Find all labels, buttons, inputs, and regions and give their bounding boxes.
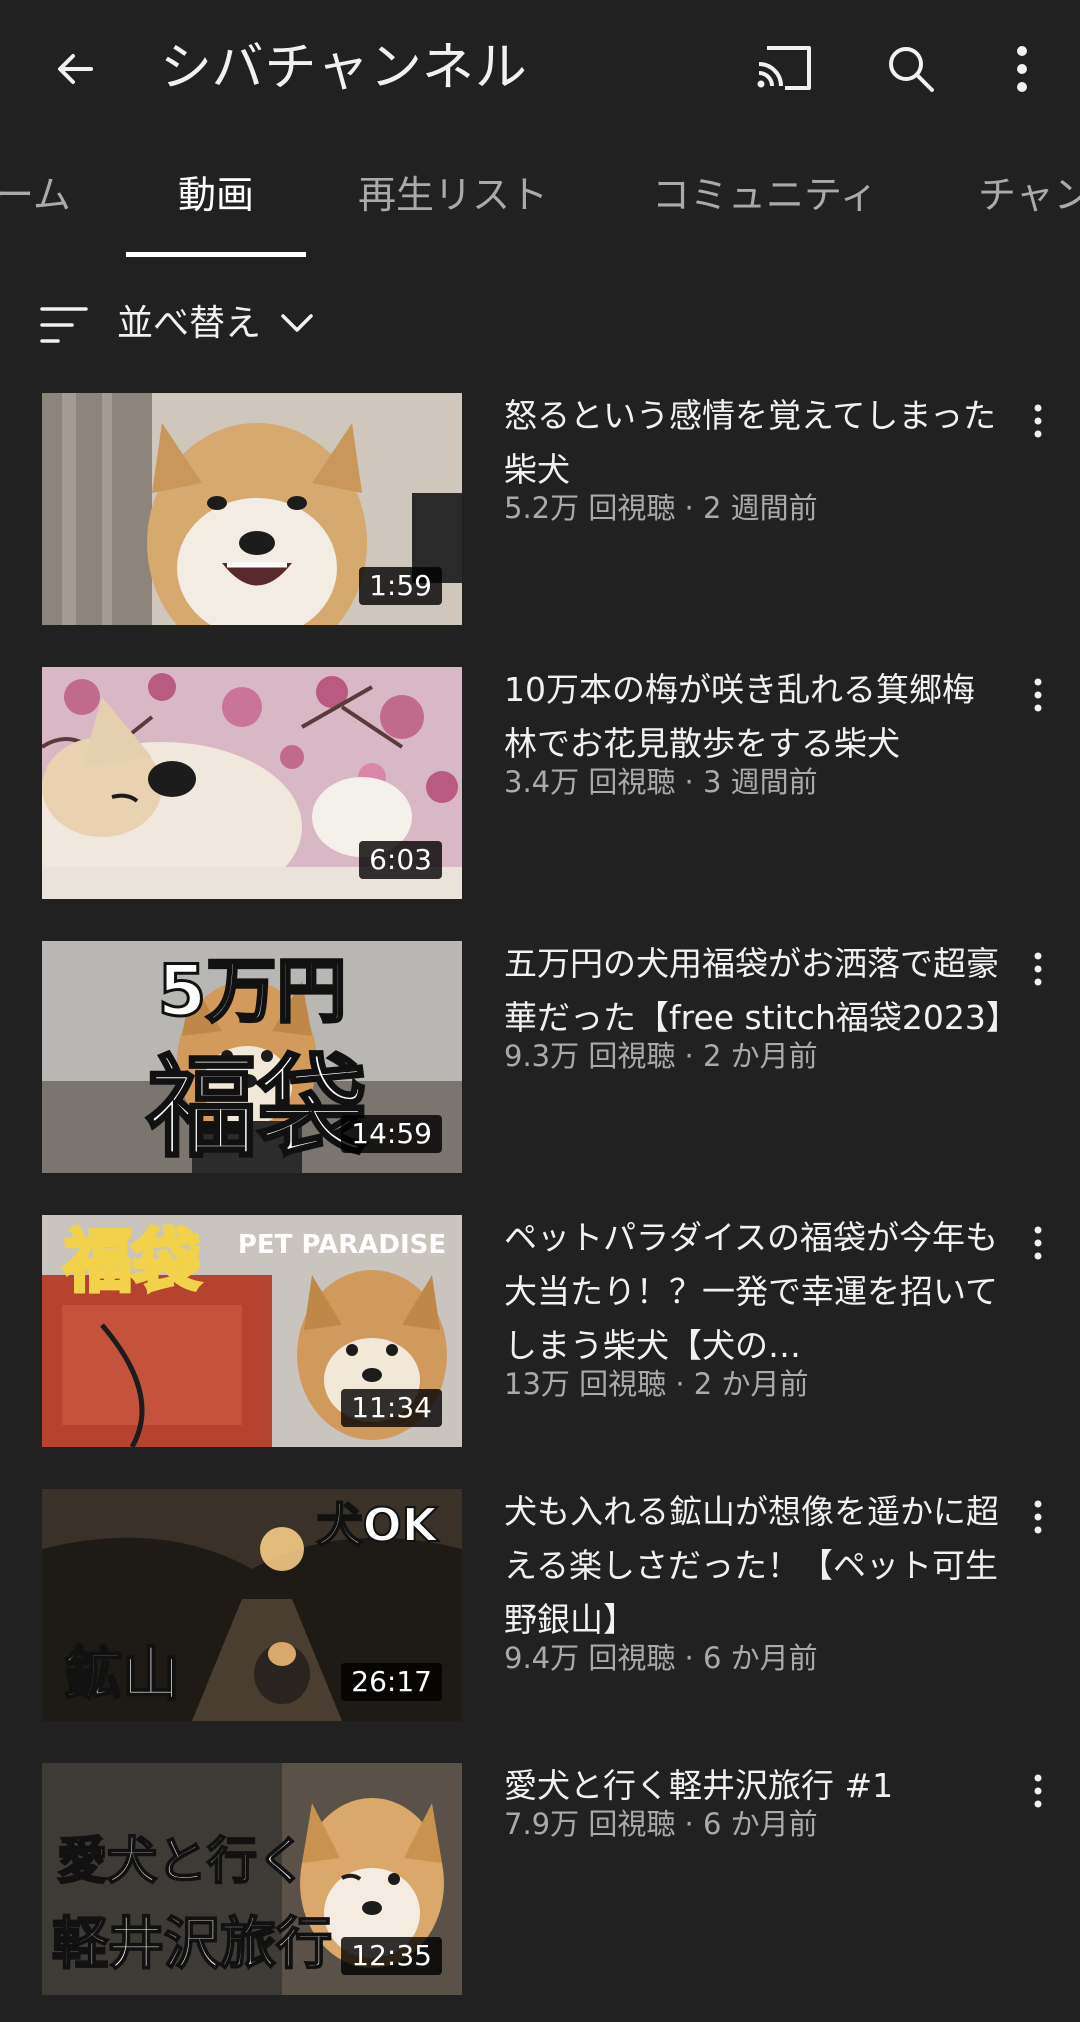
- thumbnail-caption: 愛犬と行く: [57, 1832, 307, 1890]
- video-more-button[interactable]: [1010, 667, 1066, 723]
- search-button[interactable]: [866, 24, 956, 114]
- video-more-button[interactable]: [1010, 941, 1066, 997]
- thumbnail-caption: PET PARADISE: [238, 1230, 446, 1260]
- video-info[interactable]: ペットパラダイスの福袋が今年も大当たり！？一発で幸運を招いてしまう柴犬【犬の… …: [504, 1215, 1004, 1403]
- cast-button[interactable]: [740, 24, 830, 114]
- video-duration: 26:17: [341, 1663, 442, 1701]
- video-item[interactable]: 犬OK 鉱山 26:17 犬も入れる鉱山が想像を遥かに超える楽しさだった！【ペッ…: [0, 1489, 1080, 1721]
- video-meta: 5.2万 回視聴 · 2 週間前: [504, 491, 818, 525]
- video-meta: 7.9万 回視聴 · 6 か月前: [504, 1807, 818, 1841]
- top-app-bar: シバチャンネル: [0, 0, 1080, 140]
- search-icon: [889, 47, 934, 92]
- more-vert-icon: [1034, 1500, 1042, 1534]
- video-duration: 6:03: [359, 841, 442, 879]
- video-thumbnail[interactable]: 犬OK 鉱山 26:17: [42, 1489, 462, 1721]
- thumbnail-caption: 鉱山: [64, 1640, 180, 1708]
- thumbnail-caption: 犬OK: [317, 1498, 440, 1552]
- more-vert-icon: [1034, 1774, 1042, 1808]
- sort-button[interactable]: 並べ替え: [0, 290, 1080, 360]
- thumbnail-caption: 福袋: [63, 1223, 200, 1302]
- more-vert-icon: [1034, 404, 1042, 438]
- video-info[interactable]: 愛犬と行く軽井沢旅行 #1 7.9万 回視聴 · 6 か月前: [504, 1763, 1004, 1843]
- video-duration: 11:34: [341, 1389, 442, 1427]
- video-meta: 13万 回視聴 · 2 か月前: [504, 1367, 809, 1401]
- video-info[interactable]: 10万本の梅が咲き乱れる箕郷梅林でお花見散歩をする柴犬 3.4万 回視聴 · 3…: [504, 667, 1004, 801]
- video-thumbnail[interactable]: 福袋 PET PARADISE 11:34: [42, 1215, 462, 1447]
- tab-channels[interactable]: チャン: [978, 170, 1080, 220]
- video-more-button[interactable]: [1010, 1489, 1066, 1545]
- video-thumbnail[interactable]: 1:59: [42, 393, 462, 625]
- video-meta: 3.4万 回視聴 · 3 週間前: [504, 765, 818, 799]
- video-meta: 9.4万 回視聴 · 6 か月前: [504, 1641, 818, 1675]
- tab-home[interactable]: ーム: [0, 170, 71, 220]
- video-more-button[interactable]: [1010, 393, 1066, 449]
- video-title[interactable]: 10万本の梅が咲き乱れる箕郷梅林でお花見散歩をする柴犬: [504, 663, 1004, 771]
- video-info[interactable]: 怒るという感情を覚えてしまった柴犬 5.2万 回視聴 · 2 週間前: [504, 393, 1004, 527]
- video-title[interactable]: 犬も入れる鉱山が想像を遥かに超える楽しさだった！【ペット可生野銀山】: [504, 1485, 1004, 1647]
- video-thumbnail[interactable]: 6:03: [42, 667, 462, 899]
- thumbnail-caption: 5万円: [158, 950, 347, 1032]
- more-vert-icon: [1034, 952, 1042, 986]
- video-more-button[interactable]: [1010, 1763, 1066, 1819]
- video-title[interactable]: ペットパラダイスの福袋が今年も大当たり！？一発で幸運を招いてしまう柴犬【犬の…: [504, 1211, 1004, 1373]
- active-tab-indicator: [126, 252, 306, 257]
- video-thumbnail[interactable]: 愛犬と行く 軽井沢旅行 12:35: [42, 1763, 462, 1995]
- video-duration: 1:59: [359, 567, 442, 605]
- video-item[interactable]: 6:03 10万本の梅が咲き乱れる箕郷梅林でお花見散歩をする柴犬 3.4万 回視…: [0, 667, 1080, 899]
- sort-icon: [40, 307, 88, 343]
- video-item[interactable]: 5万円 福袋 14:59 五万円の犬用福袋がお洒落で超豪華だった【free st…: [0, 941, 1080, 1173]
- video-item[interactable]: 福袋 PET PARADISE 11:34 ペットパラダイスの福袋が今年も大当た…: [0, 1215, 1080, 1447]
- video-info[interactable]: 犬も入れる鉱山が想像を遥かに超える楽しさだった！【ペット可生野銀山】 9.4万 …: [504, 1489, 1004, 1677]
- more-vert-icon: [1034, 1226, 1042, 1260]
- video-item[interactable]: 1:59 怒るという感情を覚えてしまった柴犬 5.2万 回視聴 · 2 週間前: [0, 393, 1080, 625]
- channel-tabs: ーム 動画 再生リスト コミュニティ チャン: [0, 150, 1080, 260]
- back-arrow-icon: [58, 54, 93, 84]
- thumbnail-caption: 福袋: [146, 1044, 367, 1172]
- more-options-button[interactable]: [977, 24, 1067, 114]
- tab-videos[interactable]: 動画: [178, 170, 254, 220]
- video-duration: 12:35: [341, 1937, 442, 1975]
- video-item[interactable]: 愛犬と行く 軽井沢旅行 12:35 愛犬と行く軽井沢旅行 #1 7.9万 回視聴…: [0, 1763, 1080, 1995]
- video-more-button[interactable]: [1010, 1215, 1066, 1271]
- video-info[interactable]: 五万円の犬用福袋がお洒落で超豪華だった【free stitch福袋2023】 9…: [504, 941, 1019, 1075]
- more-vert-icon: [1034, 678, 1042, 712]
- sort-label: 並べ替え: [117, 303, 262, 344]
- video-title[interactable]: 怒るという感情を覚えてしまった柴犬: [504, 389, 1004, 497]
- video-title[interactable]: 五万円の犬用福袋がお洒落で超豪華だった【free stitch福袋2023】: [504, 937, 1019, 1045]
- back-button[interactable]: [30, 24, 120, 114]
- tab-playlists[interactable]: 再生リスト: [358, 170, 548, 220]
- video-duration: 14:59: [341, 1115, 442, 1153]
- more-vert-icon: [1017, 46, 1027, 92]
- thumbnail-caption: 軽井沢旅行: [52, 1912, 332, 1977]
- tab-community[interactable]: コミュニティ: [652, 170, 878, 220]
- cast-icon: [757, 46, 811, 90]
- chevron-down-icon: [281, 314, 313, 332]
- video-thumbnail[interactable]: 5万円 福袋 14:59: [42, 941, 462, 1173]
- channel-title: シバチャンネル: [160, 38, 528, 98]
